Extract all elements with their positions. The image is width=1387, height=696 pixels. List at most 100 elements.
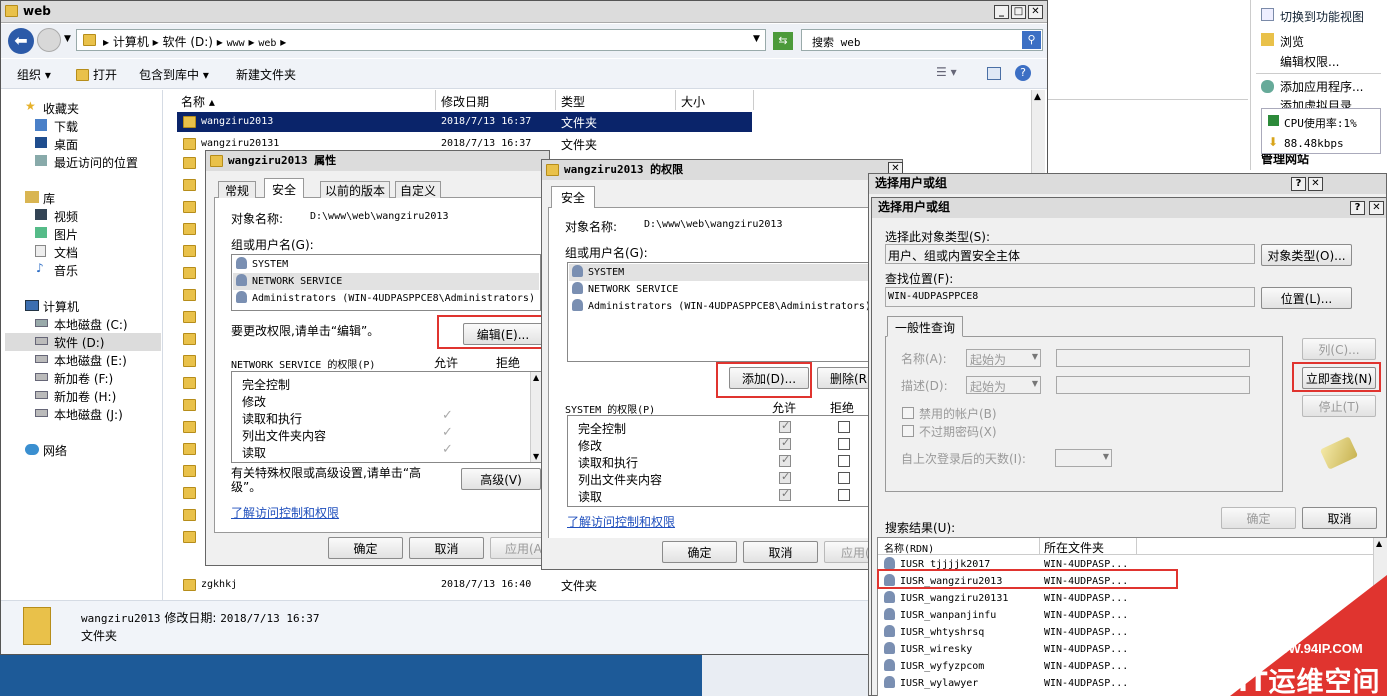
tab-security[interactable]: 安全: [551, 186, 596, 209]
minimize-button[interactable]: _: [994, 5, 1009, 19]
list-item[interactable]: NETWORK SERVICE: [233, 273, 539, 290]
ok-button[interactable]: 确定: [328, 537, 403, 559]
breadcrumb-item-d[interactable]: 软件 (D:): [163, 35, 213, 49]
close-button[interactable]: ✕: [1369, 201, 1384, 215]
column-size[interactable]: 大小: [681, 93, 705, 110]
user-list[interactable]: SYSTEM NETWORK SERVICE Administrators (W…: [567, 262, 905, 362]
tab-security[interactable]: 安全: [264, 178, 305, 199]
days-select[interactable]: ▼: [1055, 449, 1112, 467]
nav-drive-f[interactable]: 新加卷 (F:): [54, 370, 113, 387]
nav-drive-e[interactable]: 本地磁盘 (E:): [54, 352, 127, 369]
tab-custom[interactable]: 自定义: [395, 181, 442, 198]
nav-recent[interactable]: 最近访问的位置: [54, 154, 138, 171]
close-button[interactable]: ✕: [1028, 5, 1043, 19]
search-icon[interactable]: ⚲: [1022, 31, 1041, 49]
address-box[interactable]: ▸ 计算机 ▸ 软件 (D:) ▸ www ▸ web ▸ ▼: [76, 29, 766, 51]
edit-button[interactable]: 编辑(E)...: [463, 323, 543, 345]
help-button[interactable]: ?: [1350, 201, 1365, 215]
nav-computer[interactable]: 计算机: [43, 298, 79, 315]
nav-libraries[interactable]: 库: [43, 190, 55, 207]
chevron-down-icon[interactable]: ▼: [64, 34, 71, 44]
allow-checkbox[interactable]: [779, 487, 791, 501]
list-item[interactable]: Administrators (WIN-4UDPASPPCE8\Administ…: [236, 290, 540, 307]
nav-drive-d[interactable]: 软件 (D:): [54, 334, 104, 351]
chevron-down-icon[interactable]: ▼: [753, 34, 760, 44]
learn-access-link[interactable]: 了解访问控制和权限: [231, 504, 339, 521]
find-now-button[interactable]: 立即查找(N): [1302, 367, 1376, 389]
table-row[interactable]: wangziru2013 2018/7/13 16:37 文件夹: [177, 112, 752, 132]
list-item[interactable]: NETWORK SERVICE: [572, 281, 905, 298]
deny-checkbox[interactable]: [838, 438, 850, 450]
column-divider[interactable]: [435, 90, 436, 110]
breadcrumb-item-computer[interactable]: 计算机: [113, 35, 149, 49]
advanced-button[interactable]: 高级(V): [461, 468, 541, 490]
noexpire-checkbox[interactable]: [902, 425, 914, 437]
open-button[interactable]: 打开: [76, 66, 117, 83]
nav-favorites[interactable]: 收藏夹: [43, 100, 79, 117]
cancel-button[interactable]: 取消: [1302, 507, 1377, 529]
column-divider[interactable]: [675, 90, 676, 110]
list-item[interactable]: SYSTEM: [236, 256, 540, 273]
learn-access-link[interactable]: 了解访问控制和权限: [567, 513, 675, 530]
results-col-name[interactable]: 名称(RDN): [884, 540, 934, 555]
deny-checkbox[interactable]: [838, 455, 850, 467]
column-date[interactable]: 修改日期: [441, 93, 489, 110]
locations-button[interactable]: 位置(L)...: [1261, 287, 1352, 309]
column-divider[interactable]: [555, 90, 556, 110]
edit-permissions-link[interactable]: 编辑权限...: [1280, 53, 1339, 70]
deny-checkbox[interactable]: [838, 472, 850, 484]
forward-button[interactable]: [37, 28, 61, 52]
add-button[interactable]: 添加(D)...: [729, 367, 809, 389]
name-starts-select[interactable]: 起始为 ▼: [966, 349, 1041, 367]
desc-input[interactable]: [1056, 376, 1250, 394]
add-application-link[interactable]: 添加应用程序...: [1280, 78, 1363, 95]
ok-button[interactable]: 确定: [662, 541, 737, 563]
column-divider[interactable]: [753, 90, 754, 110]
disabled-accounts-checkbox[interactable]: [902, 407, 914, 419]
preview-pane-icon[interactable]: [987, 67, 1001, 80]
view-options-icon[interactable]: ☰ ▾: [936, 65, 957, 79]
nav-pictures[interactable]: 图片: [54, 226, 78, 243]
object-types-button[interactable]: 对象类型(O)...: [1261, 244, 1352, 266]
stop-button[interactable]: 停止(T): [1302, 395, 1376, 417]
include-library-button[interactable]: 包含到库中 ▾: [139, 66, 209, 83]
user-list[interactable]: SYSTEM NETWORK SERVICE Administrators (W…: [231, 254, 541, 311]
name-input[interactable]: [1056, 349, 1250, 367]
list-item[interactable]: SYSTEM: [569, 264, 905, 281]
deny-checkbox[interactable]: [838, 489, 850, 501]
desc-starts-select[interactable]: 起始为 ▼: [966, 376, 1041, 394]
tab-common-query[interactable]: 一般性查询: [887, 316, 964, 337]
nav-downloads[interactable]: 下载: [54, 118, 78, 135]
deny-checkbox[interactable]: [838, 421, 850, 433]
breadcrumb-item-web[interactable]: web: [258, 38, 276, 49]
cancel-button[interactable]: 取消: [743, 541, 818, 563]
allow-checkbox[interactable]: [779, 436, 791, 450]
column-type[interactable]: 类型: [561, 93, 585, 110]
columns-button[interactable]: 列(C)...: [1302, 338, 1376, 360]
new-folder-button[interactable]: 新建文件夹: [236, 66, 296, 83]
help-button[interactable]: ?: [1291, 177, 1306, 191]
results-col-folder[interactable]: 所在文件夹: [1044, 539, 1104, 556]
allow-checkbox[interactable]: [779, 419, 791, 433]
allow-checkbox[interactable]: [779, 453, 791, 467]
nav-drive-c[interactable]: 本地磁盘 (C:): [54, 316, 128, 333]
help-icon[interactable]: ?: [1015, 65, 1031, 81]
nav-drive-h[interactable]: 新加卷 (H:): [54, 388, 116, 405]
list-item[interactable]: IUSR_tjjjjk2017 WIN-4UDPASP...: [884, 556, 1387, 573]
nav-videos[interactable]: 视频: [54, 208, 78, 225]
cancel-button[interactable]: 取消: [409, 537, 484, 559]
table-row[interactable]: zgkhkj 2018/7/13 16:40 文件夹: [177, 575, 752, 595]
nav-network[interactable]: 网络: [43, 442, 67, 459]
column-name[interactable]: 名称 ▴: [181, 93, 215, 110]
close-button[interactable]: ✕: [1308, 177, 1323, 191]
search-input[interactable]: 搜索 web ⚲: [801, 29, 1043, 51]
organize-button[interactable]: 组织 ▾: [17, 66, 51, 83]
nav-documents[interactable]: 文档: [54, 244, 78, 261]
allow-checkbox[interactable]: [779, 470, 791, 484]
switch-view-link[interactable]: 切换到功能视图: [1280, 8, 1364, 25]
browse-link[interactable]: 浏览: [1280, 33, 1304, 50]
breadcrumb-item-www[interactable]: www: [227, 38, 245, 49]
nav-desktop[interactable]: 桌面: [54, 136, 78, 153]
ok-button[interactable]: 确定: [1221, 507, 1296, 529]
list-item[interactable]: Administrators (WIN-4UDPASPPCE8\Administ…: [572, 298, 905, 315]
